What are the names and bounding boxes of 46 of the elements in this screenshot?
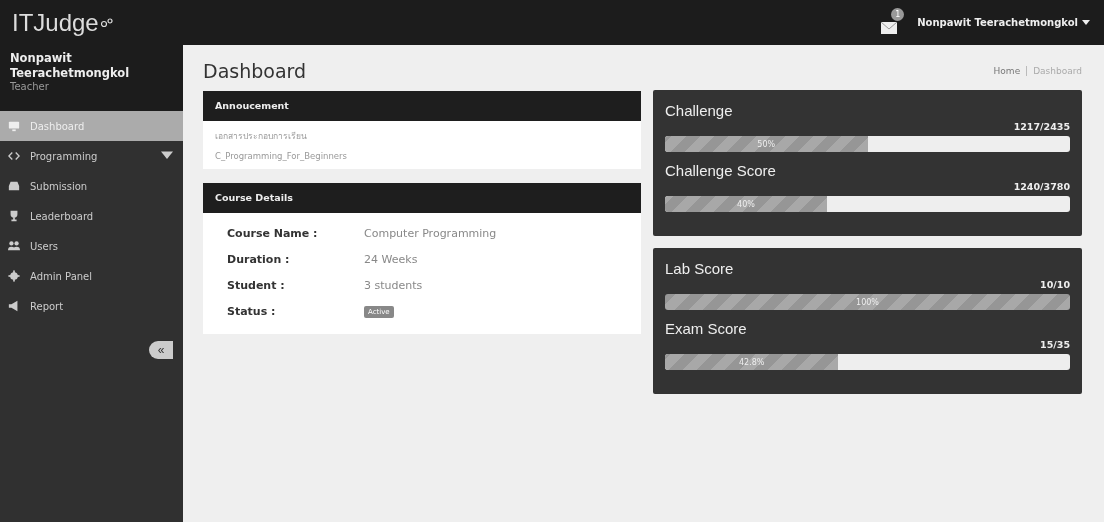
sidebar-item[interactable]: Users [0, 231, 183, 261]
progress-title: Lab Score [665, 260, 735, 277]
inbox-icon [8, 180, 20, 192]
breadcrumb-current: Dashboard [1026, 66, 1082, 76]
notification-badge: 1 [891, 7, 905, 21]
field-label: Course Name : [227, 227, 319, 240]
field-label: Duration : [227, 253, 291, 266]
sidebar-item[interactable]: Programming [0, 141, 183, 171]
users-icon [8, 240, 20, 252]
user-name: Nonpawit Teerachetmongkol [10, 51, 131, 81]
sidebar-item[interactable]: Leaderboard [0, 201, 183, 231]
user-menu[interactable]: Nonpawit Teerachetmongkol [917, 17, 1090, 28]
field-label: Student : [227, 279, 286, 292]
sidebar-item[interactable]: Admin Panel [0, 261, 183, 291]
caret-icon [1082, 19, 1090, 26]
panel-header: Annoucement [203, 91, 641, 121]
progress-title: Exam Score [665, 320, 748, 337]
collapse-button[interactable]: « [149, 341, 173, 359]
sidebar-item[interactable]: Report [0, 291, 183, 321]
progress-fill: 40% [665, 196, 827, 212]
progress-count: 1240/3780 [1013, 181, 1070, 192]
dots-icon [100, 17, 113, 28]
code-icon [8, 150, 20, 162]
progress-fill: 100% [665, 294, 1070, 310]
monitor-icon [8, 120, 20, 132]
panel-header: Course Details [203, 183, 641, 213]
field-label: Status : [227, 305, 277, 318]
mail-icon [881, 21, 898, 34]
progress-count: 1217/2435 [1013, 121, 1070, 132]
field-value: 3 students [364, 279, 424, 292]
field-value: 24 Weeks [364, 253, 419, 266]
page-title: Dashboard [203, 60, 307, 82]
field-value: Computer Programming [364, 227, 498, 240]
progress-fill: 42.8% [665, 354, 839, 370]
breadcrumb-link[interactable]: Home [993, 66, 1021, 76]
progress-title: Challenge Score [665, 162, 777, 179]
progress-count: 15/35 [1040, 339, 1070, 350]
trophy-icon [8, 210, 20, 222]
announcement-text: เอกสารประกอบการเรียน [215, 130, 308, 143]
sidebar-item[interactable]: Submission [0, 171, 183, 201]
user-role: Teacher [10, 81, 50, 92]
announcement-text: C_Programming_For_Beginners [215, 151, 348, 161]
logo-text: ITJudge [12, 8, 99, 37]
progress-fill: 50% [665, 136, 868, 152]
progress-title: Challenge [665, 102, 734, 119]
progress-count: 10/10 [1040, 279, 1070, 290]
